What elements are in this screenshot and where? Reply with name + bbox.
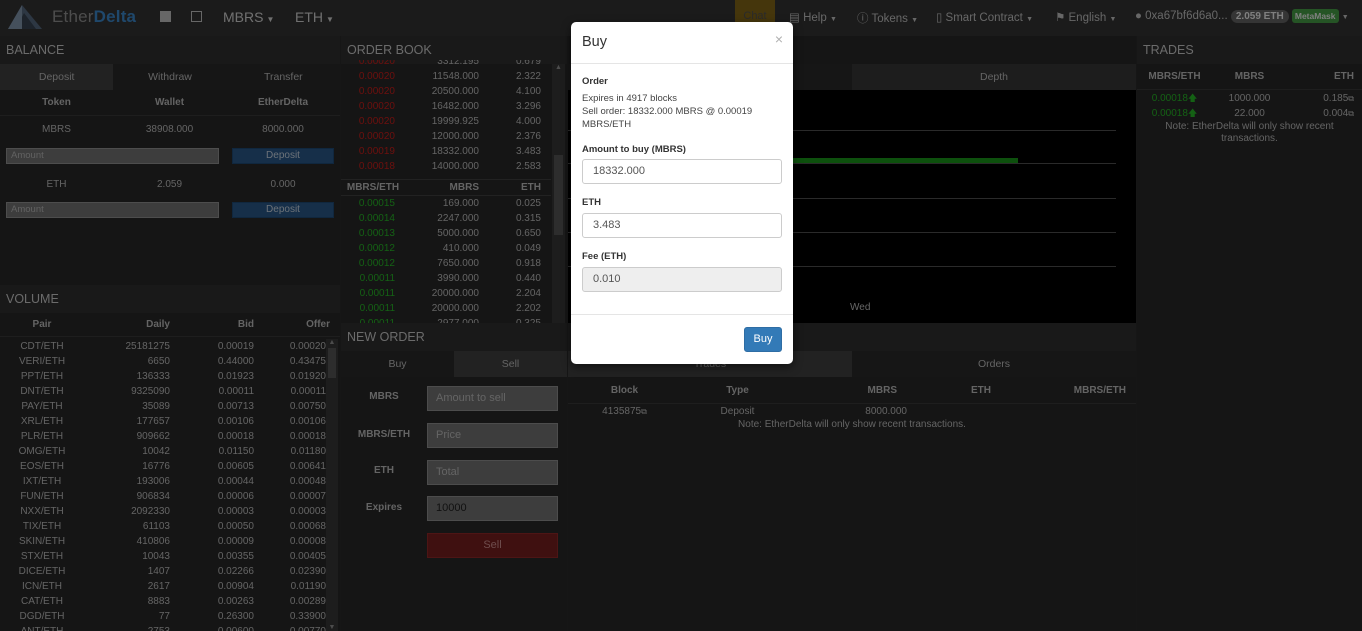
order-details: Expires in 4917 blocks Sell order: 18332… <box>582 93 753 130</box>
amount-to-buy-input[interactable]: 18332.000 <box>582 159 782 184</box>
close-icon[interactable]: × <box>775 31 783 47</box>
eth-label: ETH <box>582 197 601 208</box>
fee-label: Fee (ETH) <box>582 251 627 262</box>
order-label: Order <box>582 76 608 87</box>
fee-input: 0.010 <box>582 267 782 292</box>
eth-input[interactable]: 3.483 <box>582 213 782 238</box>
modal-title: Buy <box>571 22 793 64</box>
buy-confirm-button[interactable]: Buy <box>744 327 782 352</box>
buy-modal: Buy × Order Expires in 4917 blocks Sell … <box>571 22 793 364</box>
amount-label: Amount to buy (MBRS) <box>582 144 686 155</box>
